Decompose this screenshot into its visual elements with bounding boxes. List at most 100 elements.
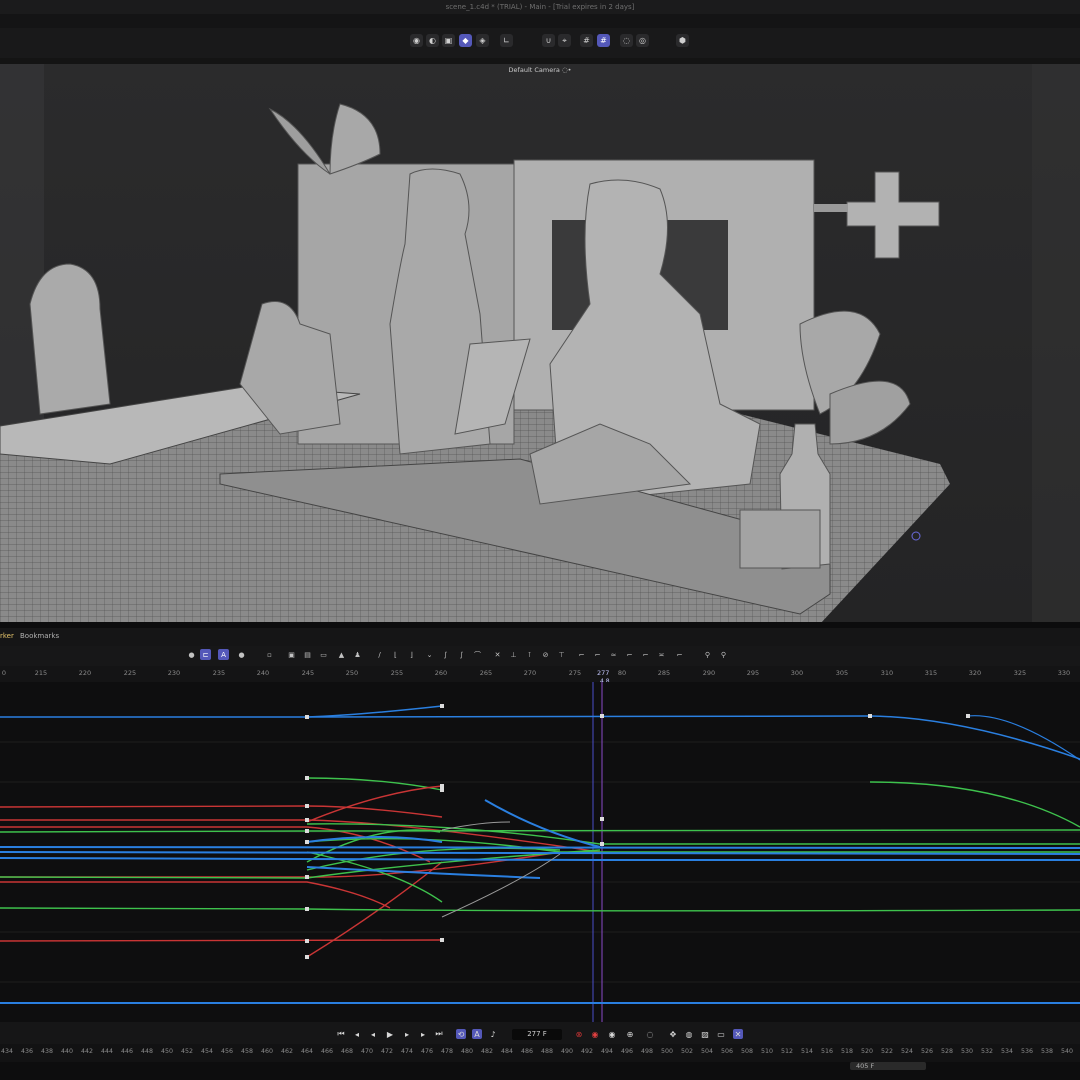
light-icon[interactable]: ◐ xyxy=(426,34,439,47)
loop-icon[interactable]: ⟲ xyxy=(456,1029,466,1039)
ease-in-icon[interactable]: ∫ xyxy=(440,649,451,660)
up-icon[interactable]: ▲ xyxy=(336,649,347,660)
bottom-ruler-tick-label: 434 xyxy=(0,1048,14,1055)
viewport-3d[interactable] xyxy=(0,64,1080,622)
sphere-icon[interactable]: ● xyxy=(186,649,197,660)
go-start-icon[interactable]: ⏮ xyxy=(336,1029,346,1039)
step-icon[interactable]: ⌊ xyxy=(390,649,401,660)
bottom-ruler-tick-label: 514 xyxy=(800,1048,814,1055)
bottom-ruler-tick-label: 512 xyxy=(780,1048,794,1055)
render-icon[interactable]: ◌ xyxy=(620,34,633,47)
linear-icon[interactable]: / xyxy=(374,649,385,660)
view-icon[interactable]: ◉ xyxy=(410,34,423,47)
bottom-ruler-tick-label: 488 xyxy=(540,1048,554,1055)
grid-icon[interactable]: ⌖ xyxy=(558,34,571,47)
bottom-ruler-tick-label: 492 xyxy=(580,1048,594,1055)
break-icon[interactable]: ⊥ xyxy=(508,649,519,660)
ease-icon[interactable]: ⌄ xyxy=(424,649,435,660)
preview-range-icon[interactable]: A xyxy=(472,1029,482,1039)
sound-icon[interactable]: ♪ xyxy=(488,1029,498,1039)
ruler-tick-label: 325 xyxy=(1013,669,1027,677)
grid-active-icon[interactable]: # xyxy=(597,34,610,47)
key-settings-icon[interactable]: ◌ xyxy=(645,1029,655,1039)
reduce-icon[interactable]: ⌐ xyxy=(674,649,685,660)
filter-icon[interactable]: ▫ xyxy=(264,649,275,660)
ease-out-icon[interactable]: ∫ xyxy=(456,649,467,660)
zero-icon[interactable]: ⊘ xyxy=(540,649,551,660)
ruler-tick-label: 305 xyxy=(835,669,849,677)
curves-svg xyxy=(0,682,1080,1022)
axis-icon[interactable]: ⬢ xyxy=(676,34,689,47)
bottom-ruler-tick-label: 532 xyxy=(980,1048,994,1055)
link-icon[interactable]: ▭ xyxy=(318,649,329,660)
ruler-tick-label: 80 xyxy=(617,669,627,677)
current-frame-field[interactable]: 277 F xyxy=(512,1029,562,1040)
autokey-icon[interactable]: ◉ xyxy=(607,1029,617,1039)
bottom-ruler-tick-label: 474 xyxy=(400,1048,414,1055)
prev-frame-icon[interactable]: ◂ xyxy=(368,1029,378,1039)
range-slider[interactable]: 405 F xyxy=(850,1062,926,1070)
person-icon[interactable]: ♟ xyxy=(352,649,363,660)
bottom-ruler-tick-label: 436 xyxy=(20,1048,34,1055)
ruler-tick-label: 255 xyxy=(390,669,404,677)
hammer-icon[interactable]: ⊤ xyxy=(556,649,567,660)
bottom-ruler-tick-label: 446 xyxy=(120,1048,134,1055)
shading-icon[interactable]: ◈ xyxy=(476,34,489,47)
keyframe-selection-icon[interactable]: ⊕ xyxy=(625,1029,635,1039)
scale-key-icon[interactable]: ▨ xyxy=(700,1029,710,1039)
cycle-icon[interactable]: ⌐ xyxy=(624,649,635,660)
flat-icon[interactable]: ⌋ xyxy=(406,649,417,660)
ruler-tick-label: 300 xyxy=(790,669,804,677)
display-icon[interactable]: ◆ xyxy=(459,34,472,47)
record-off-icon[interactable]: ⊗ xyxy=(574,1029,584,1039)
move-key-icon[interactable]: ✥ xyxy=(668,1029,678,1039)
pin-icon[interactable]: ⚲ xyxy=(702,649,713,660)
weight-icon[interactable]: ≃ xyxy=(608,649,619,660)
frame-icon[interactable]: ▣ xyxy=(286,649,297,660)
next-key-icon[interactable]: ▸ xyxy=(418,1029,428,1039)
curve-mode-icon[interactable]: ⊏ xyxy=(200,649,211,660)
ruler-tick-label: 285 xyxy=(657,669,671,677)
tab-bookmarks[interactable]: Bookmarks xyxy=(20,632,59,640)
camera-label[interactable]: Default Camera ◌• xyxy=(460,66,620,74)
settings-icon[interactable]: ◎ xyxy=(636,34,649,47)
key-icon[interactable]: ▤ xyxy=(302,649,313,660)
grid2-icon[interactable]: # xyxy=(580,34,593,47)
bottom-ruler-tick-label: 518 xyxy=(840,1048,854,1055)
pla-key-icon[interactable]: ✕ xyxy=(733,1029,743,1039)
bottom-ruler-tick-label: 458 xyxy=(240,1048,254,1055)
param-key-icon[interactable]: ▭ xyxy=(716,1029,726,1039)
lock-icon[interactable]: ⊺ xyxy=(524,649,535,660)
timeline-ruler[interactable] xyxy=(0,666,1080,683)
bottom-ruler-tick-label: 526 xyxy=(920,1048,934,1055)
record-icon[interactable]: ◉ xyxy=(590,1029,600,1039)
bottom-ruler-tick-label: 498 xyxy=(640,1048,654,1055)
fcurve-graph[interactable] xyxy=(0,682,1080,1022)
play-icon[interactable]: ▶ xyxy=(385,1029,395,1039)
ruler-tick-label: 315 xyxy=(924,669,938,677)
auto-key-icon[interactable]: A xyxy=(218,649,229,660)
marker-pin-icon[interactable]: ⚲ xyxy=(718,649,729,660)
viewport-toolbar: ◉ ◐ ▣ ◆ ◈ ∟ ∪ ⌖ # # ◌ ◎ ⬢ xyxy=(0,28,1080,59)
overshoot-icon[interactable]: ⌐ xyxy=(592,649,603,660)
spline-icon[interactable]: ⌒ xyxy=(472,649,483,660)
bottom-ruler-tick-label: 460 xyxy=(260,1048,274,1055)
bottom-ruler-tick-label: 502 xyxy=(680,1048,694,1055)
next-frame-icon[interactable]: ▸ xyxy=(402,1029,412,1039)
bottom-ruler-tick-label: 506 xyxy=(720,1048,734,1055)
offset-icon[interactable]: ⌐ xyxy=(640,649,651,660)
magnet-icon[interactable]: ∪ xyxy=(542,34,555,47)
go-end-icon[interactable]: ⏭ xyxy=(434,1029,444,1039)
smooth-icon[interactable]: ≍ xyxy=(656,649,667,660)
rotate-key-icon[interactable]: ◍ xyxy=(684,1029,694,1039)
cube-icon[interactable]: ▣ xyxy=(442,34,455,47)
user-icon[interactable]: ● xyxy=(236,649,247,660)
snap-icon[interactable]: ∟ xyxy=(500,34,513,47)
tab-marker[interactable]: rker xyxy=(0,632,14,640)
ruler-tick-label: 240 xyxy=(256,669,270,677)
clamp-icon[interactable]: ⌐ xyxy=(576,649,587,660)
bottom-ruler-tick-label: 524 xyxy=(900,1048,914,1055)
prev-key-icon[interactable]: ◂ xyxy=(352,1029,362,1039)
bottom-ruler-tick-label: 444 xyxy=(100,1048,114,1055)
tangent-icon[interactable]: ✕ xyxy=(492,649,503,660)
